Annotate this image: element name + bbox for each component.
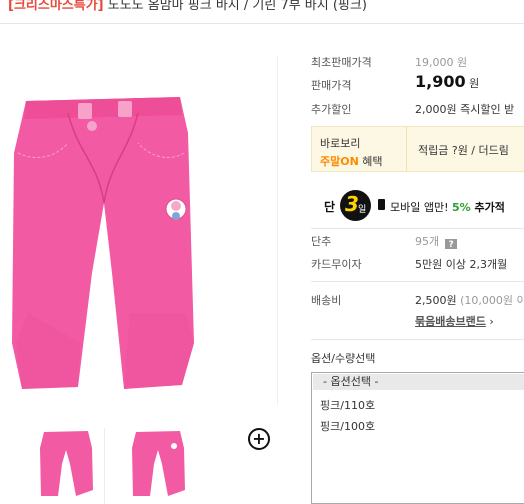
shipping-value: 2,500원 [415,294,457,307]
min-price-label: 최초판매가격 [311,56,372,69]
unit-value-wrap: 95개? [415,233,458,249]
option-item[interactable]: 핑크/110호 [320,397,375,413]
sale-price-value-wrap: 1,900 원 [415,72,479,91]
option-section-title: 옵션/수량선택 [311,352,376,365]
thumbnail-1[interactable] [32,428,102,500]
sale-price-value: 1,900 [415,72,466,91]
extra-discount-value: 2,000원 즉시할인 받 [415,103,515,116]
card-row: 카드무이자 5만원 이상 2,3개월 [311,256,524,272]
days-badge-icon: 3 일 [340,190,371,221]
mobile-promo-more: 추가적 [470,201,505,214]
question-icon[interactable]: ? [445,239,458,249]
benefit-divider [406,127,407,171]
mobile-promo-prefix: 단 [324,200,336,214]
benefit-points-text: 적립금 ?원 / 더드림 [418,144,509,157]
benefit-highlight: 주말ON [320,155,359,168]
divider-3 [311,339,524,340]
main-product-image[interactable]: + [0,55,278,450]
sale-price-row: 판매가격 1,900 원 [311,72,524,94]
product-title-tag: [크리스마스특가] [8,0,104,13]
mobile-promo-text: 모바일 앱만! 5% 추가적 [390,199,505,215]
unit-label: 단추 [311,235,332,248]
thumbnail-2[interactable] [124,428,194,500]
pants-image [12,97,194,389]
shipping-row: 배송비 2,500원 (10,000원 이 [311,292,524,308]
mobile-promo-main: 모바일 앱만! [390,201,453,214]
mobile-phone-icon [378,199,385,210]
mobile-promo[interactable]: 단 3 일 모바일 앱만! 5% 추가적 [324,190,524,221]
extra-discount-row: 추가할인 2,000원 즉시할인 받 [311,101,524,117]
option-item[interactable]: 핑크/100호 [320,418,375,434]
benefit-left: 바로보리 주말ON 혜택 [320,135,404,169]
extra-discount-label: 추가할인 [311,103,352,116]
mobile-promo-percent: 5% [452,201,471,214]
product-title-text: 노노노 옴맘마 핑크 바지 / 기린 7부 바지 (핑크) [107,0,367,13]
benefit-line-2-rest: 혜택 [358,155,383,168]
product-title-strip: [크리스마스특가] 노노노 옴맘마 핑크 바지 / 기린 7부 바지 (핑크) [0,0,524,24]
unit-row: 단추 95개? [311,233,524,249]
sale-price-unit: 원 [469,77,480,90]
days-badge-unit: 일 [358,205,367,215]
min-price-value: 19,000 원 [415,56,468,69]
benefit-line-1: 바로보리 [320,137,361,150]
thumbnail-divider [104,428,105,504]
divider-1 [311,228,524,229]
shipping-value-wrap: 2,500원 (10,000원 이 [415,292,524,308]
sale-price-label: 판매가격 [311,79,352,92]
option-placeholder[interactable]: - 옵션선택 - [313,374,524,390]
card-label: 카드무이자 [311,258,362,271]
option-select-list[interactable]: - 옵션선택 - 핑크/110호 핑크/100호 [311,372,524,504]
shipping-brand-wrap: 묶음배송브랜드 › [415,313,494,329]
unit-value: 95개 [415,235,440,248]
weekend-benefit-box[interactable]: 바로보리 주말ON 혜택 적립금 ?원 / 더드림 [311,126,524,172]
divider-2 [311,281,524,282]
product-title: [크리스마스특가] 노노노 옴맘마 핑크 바지 / 기린 7부 바지 (핑크) [8,0,367,13]
bundle-shipping-brand-link[interactable]: 묶음배송브랜드 [415,315,486,328]
card-value: 5만원 이상 2,3개월 [415,258,508,271]
shipping-label: 배송비 [311,294,342,307]
shipping-note: (10,000원 이 [456,294,524,307]
benefit-line-2: 주말ON 혜택 [320,153,404,169]
chevron-right-icon: › [489,315,494,328]
shipping-brand-row: 묶음배송브랜드 › [311,313,524,329]
min-price-row: 최초판매가격 19,000 원 [311,54,524,70]
thumbnail-strip [0,428,278,504]
days-badge-number: 3 [345,192,359,216]
